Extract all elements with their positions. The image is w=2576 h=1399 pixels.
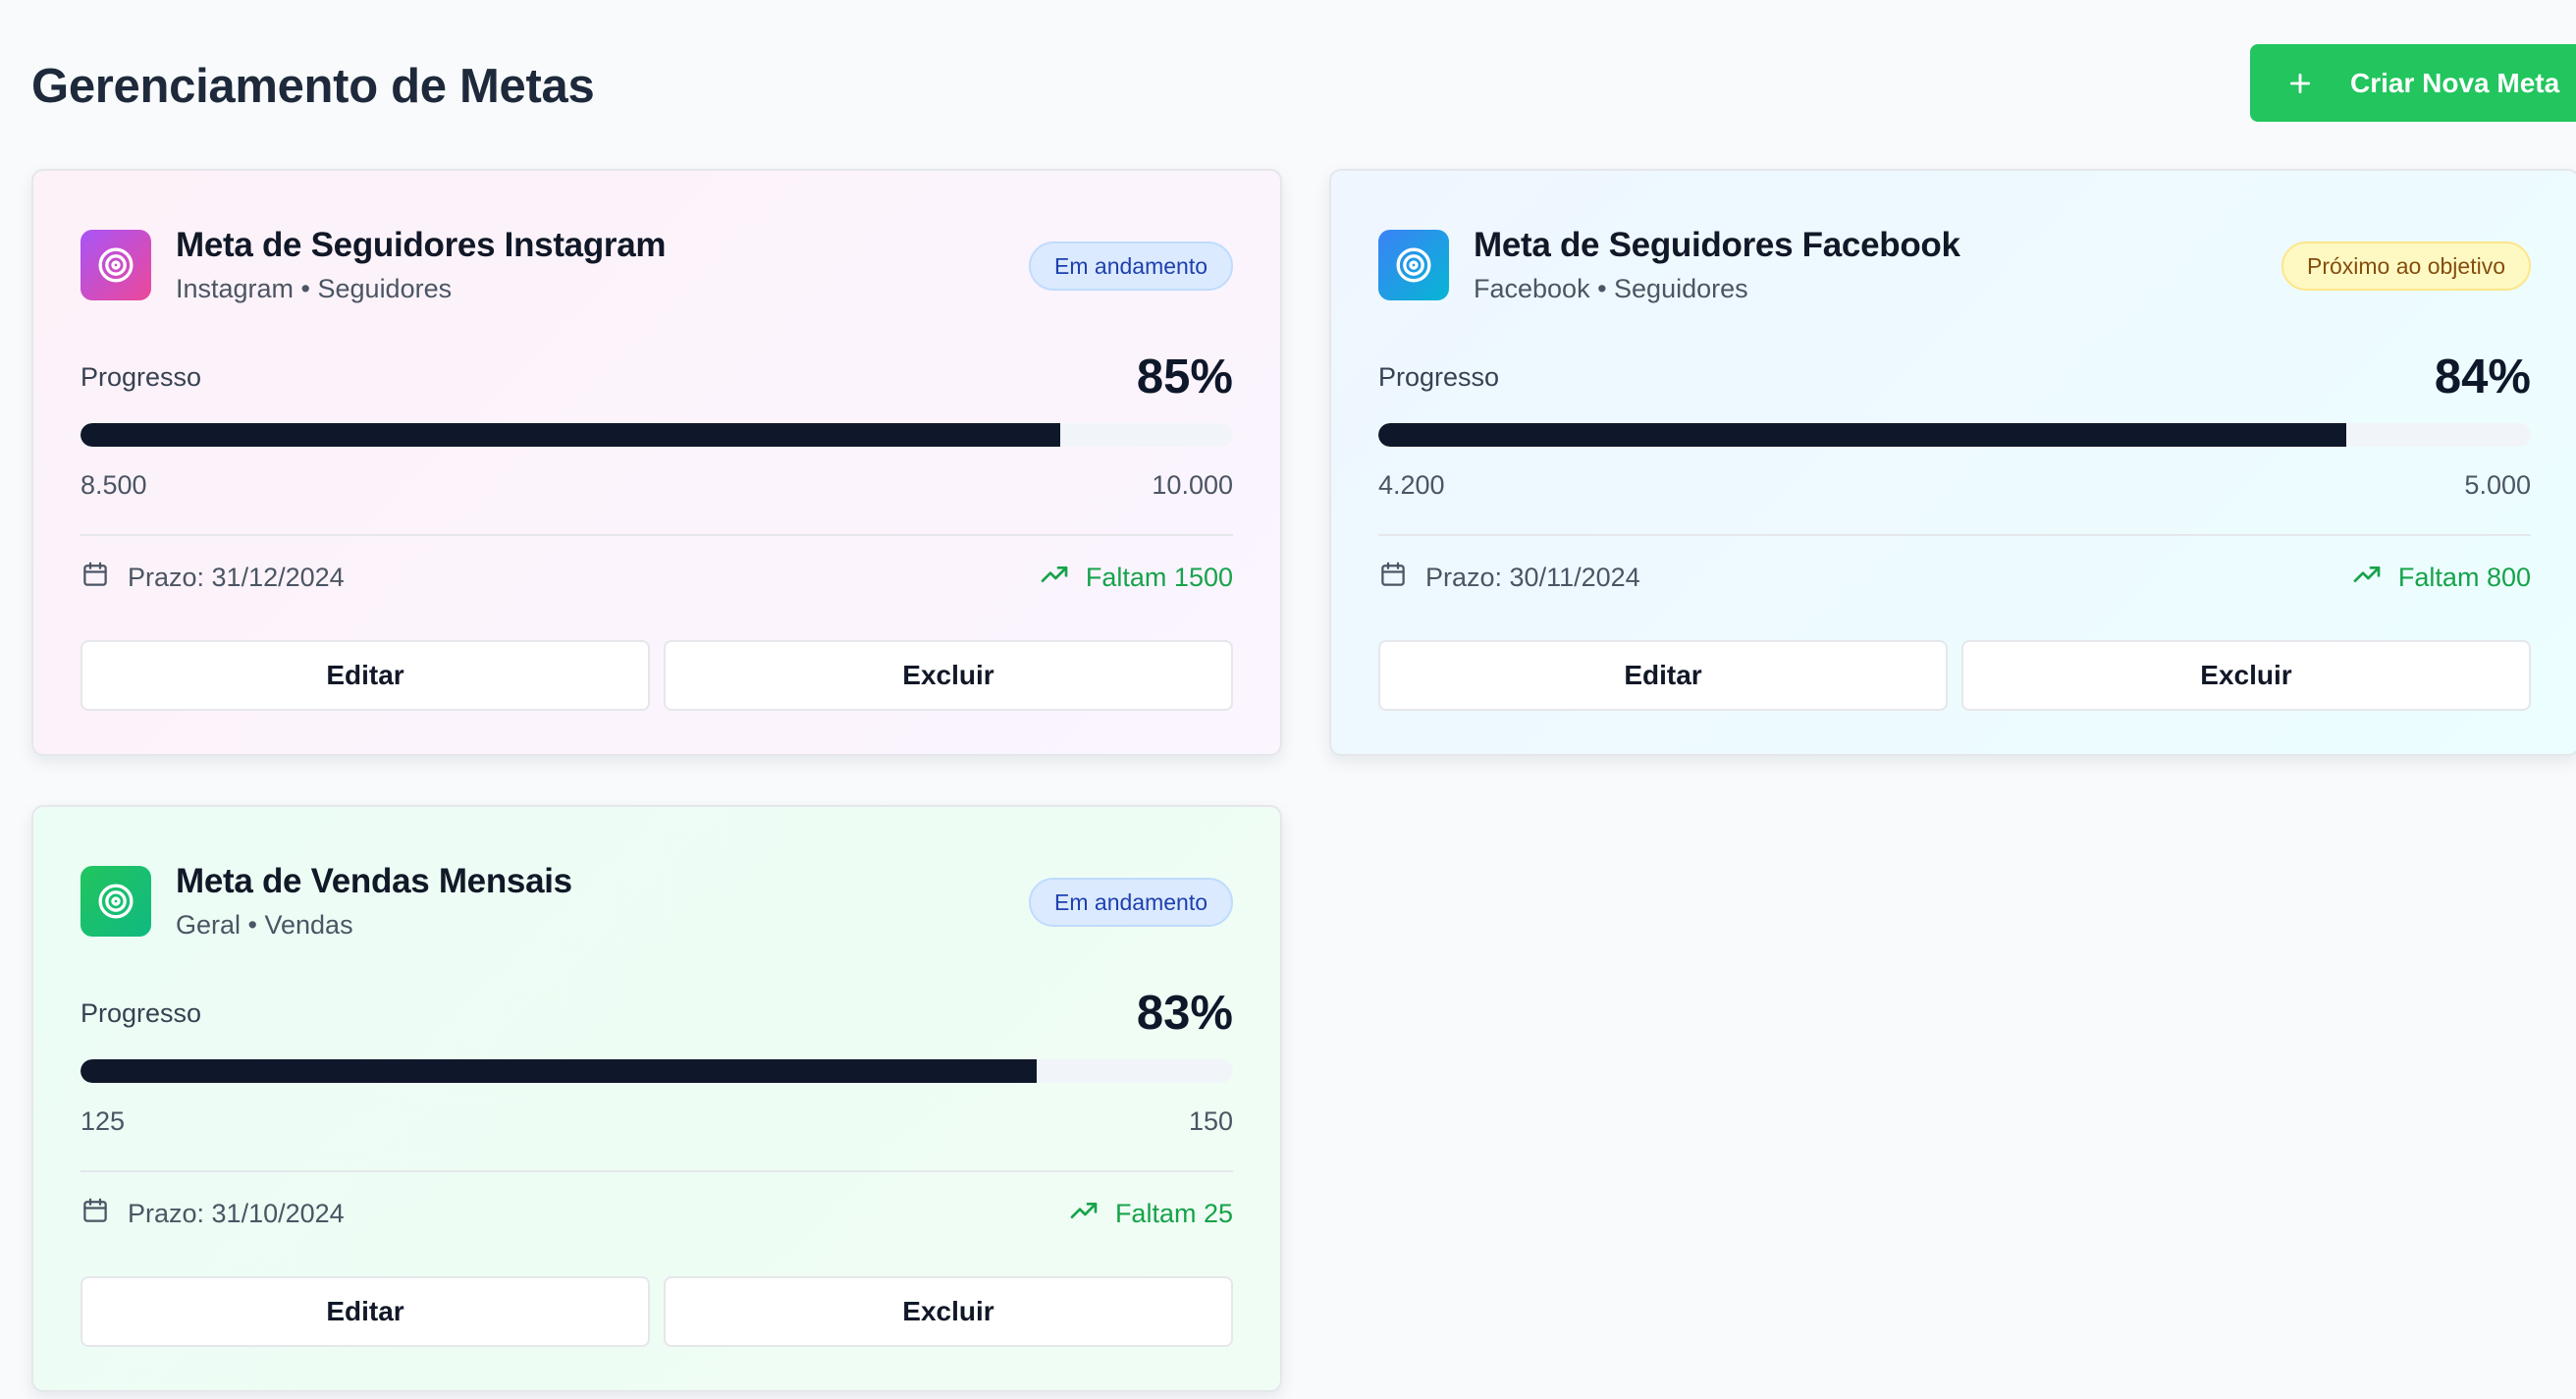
delete-button[interactable]: Excluir — [1961, 640, 2531, 711]
progress-label: Progresso — [80, 998, 202, 1028]
current-value: 8.500 — [80, 470, 147, 500]
edit-button[interactable]: Editar — [80, 1276, 650, 1347]
delete-button[interactable]: Excluir — [664, 1276, 1233, 1347]
calendar-icon — [1378, 560, 1408, 596]
goal-card-facebook: Meta de Seguidores Facebook Facebook • S… — [1329, 169, 2576, 756]
progress-fill — [80, 1059, 1038, 1083]
target-icon — [80, 230, 151, 300]
create-goal-label: Criar Nova Meta — [2350, 67, 2560, 98]
remaining-text: Faltam 800 — [2397, 562, 2531, 592]
target-icon — [1378, 230, 1449, 300]
progress-percent: 83% — [1136, 987, 1233, 1040]
deadline-text: Prazo: 31/10/2024 — [128, 1198, 345, 1228]
goals-page: Gerenciamento de Metas Criar Nova Meta M… — [0, 0, 2576, 1399]
goal-title: Meta de Seguidores Facebook — [1474, 226, 1960, 264]
progress-bar — [80, 423, 1233, 447]
divider — [80, 1170, 1233, 1172]
current-value: 4.200 — [1378, 470, 1445, 500]
create-goal-button[interactable]: Criar Nova Meta — [2250, 44, 2576, 122]
target-value: 10.000 — [1152, 470, 1233, 500]
calendar-icon — [80, 1196, 110, 1232]
progress-label: Progresso — [1378, 362, 1500, 392]
goal-subtitle: Instagram • Seguidores — [176, 274, 453, 303]
target-icon — [80, 866, 151, 937]
deadline-text: Prazo: 30/11/2024 — [1425, 562, 1640, 592]
goal-subtitle: Geral • Vendas — [176, 910, 353, 940]
progress-percent: 84% — [2434, 350, 2531, 404]
deadline: Prazo: 31/10/2024 — [80, 1189, 345, 1238]
plus-icon — [2285, 69, 2315, 98]
status-badge: Em andamento — [1029, 878, 1233, 927]
remaining: Faltam 800 — [2351, 553, 2531, 602]
progress-fill — [80, 423, 1060, 447]
progress-bar — [1378, 423, 2531, 447]
target-value: 5.000 — [2464, 470, 2531, 500]
current-value: 125 — [80, 1106, 126, 1136]
target-value: 150 — [1188, 1106, 1233, 1136]
trending-up-icon — [1039, 559, 1070, 597]
divider — [80, 534, 1233, 536]
divider — [1378, 534, 2531, 536]
remaining: Faltam 1500 — [1039, 553, 1233, 602]
trending-up-icon — [1068, 1195, 1100, 1233]
trending-up-icon — [2351, 559, 2383, 597]
progress-bar — [80, 1059, 1233, 1083]
goal-card-sales: Meta de Vendas Mensais Geral • Vendas Em… — [31, 805, 1282, 1392]
calendar-icon — [80, 560, 110, 596]
remaining-text: Faltam 25 — [1114, 1198, 1233, 1228]
edit-button[interactable]: Editar — [1378, 640, 1948, 711]
delete-button[interactable]: Excluir — [664, 640, 1233, 711]
status-badge: Próximo ao objetivo — [2281, 242, 2531, 291]
goal-subtitle: Facebook • Seguidores — [1474, 274, 1748, 303]
goal-title: Meta de Seguidores Instagram — [176, 226, 667, 264]
progress-fill — [1378, 423, 2347, 447]
edit-button[interactable]: Editar — [80, 640, 650, 711]
remaining: Faltam 25 — [1068, 1189, 1233, 1238]
goal-title: Meta de Vendas Mensais — [176, 862, 572, 900]
page-title: Gerenciamento de Metas — [31, 60, 595, 113]
progress-label: Progresso — [80, 362, 202, 392]
deadline: Prazo: 30/11/2024 — [1378, 553, 1640, 602]
progress-percent: 85% — [1136, 350, 1233, 404]
deadline: Prazo: 31/12/2024 — [80, 553, 345, 602]
status-badge: Em andamento — [1029, 242, 1233, 291]
deadline-text: Prazo: 31/12/2024 — [128, 562, 345, 592]
goal-card-instagram: Meta de Seguidores Instagram Instagram •… — [31, 169, 1282, 756]
remaining-text: Faltam 1500 — [1085, 562, 1233, 592]
